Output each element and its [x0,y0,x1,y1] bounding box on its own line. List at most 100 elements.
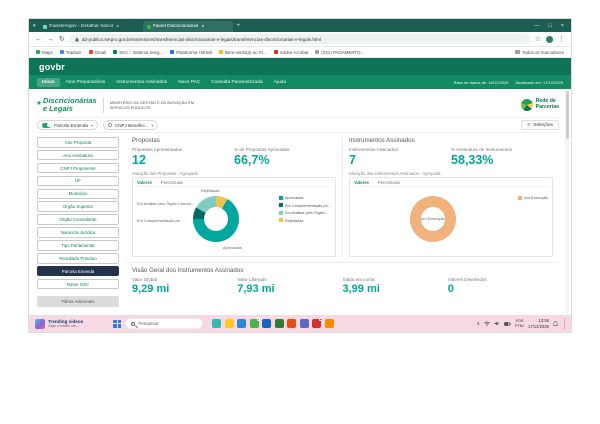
nav-item-consulta-parametrizada[interactable]: Consulta Parametrizada [206,78,267,87]
profile-avatar[interactable] [546,35,553,43]
page-scrollbar[interactable] [565,91,569,313]
legend-item[interactable]: Em Análise pelo Órgão... [278,210,331,215]
filter-tipo-parlamentar[interactable]: Tipo Parlamentar [37,240,119,251]
nav-item-atos-preparatorios[interactable]: Atos Preparatórios [61,78,111,87]
bookmark-item[interactable]: Gmail [88,50,106,55]
taskbar-search[interactable] [125,318,204,329]
filtros-adicionais-button[interactable]: Filtros Adicionais [37,295,119,307]
filter-chip-parcela-emenda[interactable]: Parcela Emenda ▾ [37,120,98,130]
taskbar-app-icon[interactable] [237,319,247,328]
legend-item[interactable]: Em Complementação pe... [278,203,331,208]
bookmark-item[interactable]: Adobe Acrobat [273,50,308,55]
legend-label: Aprovadas [284,195,304,200]
tray-chevron-up-icon[interactable]: ∧ [476,321,480,327]
kpi-value: 7,93 mi [237,283,275,295]
forward-icon[interactable]: → [47,36,54,43]
taskbar-app-icon[interactable] [262,319,272,328]
taskbar-widget[interactable]: Trending videos Veja o trailer de... [35,318,83,329]
bookmark-star-icon[interactable]: ☆ [535,36,541,43]
scrollbar-thumb[interactable] [565,91,569,139]
nav-item-novo-pac[interactable]: Novo PAC [173,78,205,87]
filter-resultado-primario[interactable]: Resultado Primário [37,253,119,264]
chip-label: CNPJ Benefici... [114,122,149,128]
taskbar-app-icon[interactable] [249,317,261,328]
bookmark-item[interactable]: Maps [36,50,53,55]
notification-bell-icon[interactable] [553,320,558,327]
selections-button[interactable]: ≡ Seleções [521,120,559,130]
clock-date: 17/12/2025 [528,323,549,329]
legend-item[interactable]: Aprovadas [278,195,331,200]
tab-search-icon[interactable]: ▾ [33,23,36,29]
kpi-propostas-apresentadas: Propostas Apresentadas 12 [132,147,234,167]
taskbar-app-icon[interactable] [324,319,334,328]
browser-menu-icon[interactable]: ⋮ [558,36,565,43]
battery-icon[interactable] [504,321,511,326]
wifi-icon[interactable] [484,321,490,326]
filter-natureza-juridica[interactable]: Natureza Jurídica [37,227,119,238]
maximize-window-button[interactable]: □ [548,23,551,29]
close-window-button[interactable]: × [561,23,564,29]
address-bar[interactable]: dd-publico.serpro.gov.br/extensions/tran… [69,34,530,44]
legend-label: em Execução [524,195,548,200]
legend-item[interactable]: em Execução [518,195,548,200]
new-tab-button[interactable]: + [237,23,241,29]
search-input[interactable] [138,321,198,326]
bookmark-item[interactable]: Bem-vindo(a) ao SI... [219,50,267,55]
taskbar-app-icon[interactable] [224,319,234,328]
nav-item-ajuda[interactable]: Ajuda [269,78,291,87]
bookmark-item[interactable]: Traduzir [59,50,82,55]
bookmark-label: Plataforma +Brasil [176,49,213,55]
rede-de-parcerias-logo: Rede de Parcerias [520,99,559,111]
all-bookmarks-label: Todos os marcadores [522,49,564,55]
all-bookmarks-button[interactable]: Todos os marcadores [515,50,564,55]
chart-tab-valores[interactable]: Valores [137,180,152,185]
filter-orgao-concedente[interactable]: Órgão Concedente [37,214,119,225]
filter-parcela-emenda[interactable]: Parcela Emenda [37,265,119,277]
filter-ano-assinatura[interactable]: Ano Assinatura [37,149,119,161]
taskbar-app-icon[interactable] [287,319,297,328]
chart-legend: em Execução [518,195,548,200]
chart-tab-percentuais[interactable]: Percentuais [161,180,183,185]
legend-item[interactable]: Rejeitadas [278,218,331,223]
taskbar-app-icon[interactable] [312,317,323,328]
filter-uf[interactable]: UF [37,175,119,187]
propostas-donut-chart[interactable] [193,196,239,242]
volume-icon[interactable] [494,321,500,326]
taskbar-clock[interactable]: 13:55 17/12/2025 [528,318,549,329]
browser-tab-painel-discricionarias[interactable]: Painel Discricionárias × [142,21,233,32]
chart-tab-percentuais[interactable]: Percentuais [378,180,400,185]
filter-nome-osc[interactable]: Nome OSC [37,278,119,290]
toggle-icon[interactable] [42,122,51,128]
chart-callout: Aprovadas [223,245,242,250]
close-tab-icon[interactable]: × [116,24,119,30]
nav-item-inicio[interactable]: Início [37,77,60,87]
taskbar-app-icon[interactable] [274,319,284,328]
close-tab-icon[interactable]: × [201,24,204,30]
filter-municipio[interactable]: Município [37,188,119,200]
brand-line2: e Legais [42,104,73,113]
taskbar-app-icon[interactable] [299,319,309,328]
desktop-screenshot: ▾ Transferegov - Detalhar Solicit × Pain… [28,18,572,333]
taskbar-app-icon[interactable] [212,319,222,328]
filter-orgao-superior[interactable]: Órgão Superior [37,201,119,212]
filter-chip-cnpj-beneficiario[interactable]: CNPJ Benefici... ▾ [102,120,159,130]
filter-ano-proposta[interactable]: Ano Proposta [37,137,119,148]
bookmark-item[interactable]: Plataforma +Brasil [170,50,212,55]
chart-legend: Aprovadas Em Complementação pe... Em Aná… [278,195,331,223]
language-indicator[interactable]: POR PTB2 [515,319,524,328]
bookmark-item[interactable]: SICI :: Sistema Integ... [113,50,163,55]
refresh-icon[interactable]: ↻ [59,36,65,43]
lock-icon [75,36,79,41]
kpi-label: Propostas Apresentadas [132,147,183,152]
nav-item-instrumentos-assinados[interactable]: Instrumentos Assinados [111,78,172,87]
bookmark-item[interactable]: (231) PAGAMENTO... [315,50,364,55]
start-button[interactable] [113,319,122,328]
show-desktop-button[interactable] [564,317,565,330]
minimize-window-button[interactable]: — [534,23,540,29]
back-icon[interactable]: ← [35,36,42,43]
filter-cnpj-proponente[interactable]: CNPJ Proponente [37,162,119,174]
bookmark-favicon [315,50,320,54]
govbr-logo[interactable]: govbr [39,62,65,72]
browser-tab-transferegov[interactable]: Transferegov - Detalhar Solicit × [39,21,143,32]
chart-tab-valores[interactable]: Valores [354,180,369,185]
